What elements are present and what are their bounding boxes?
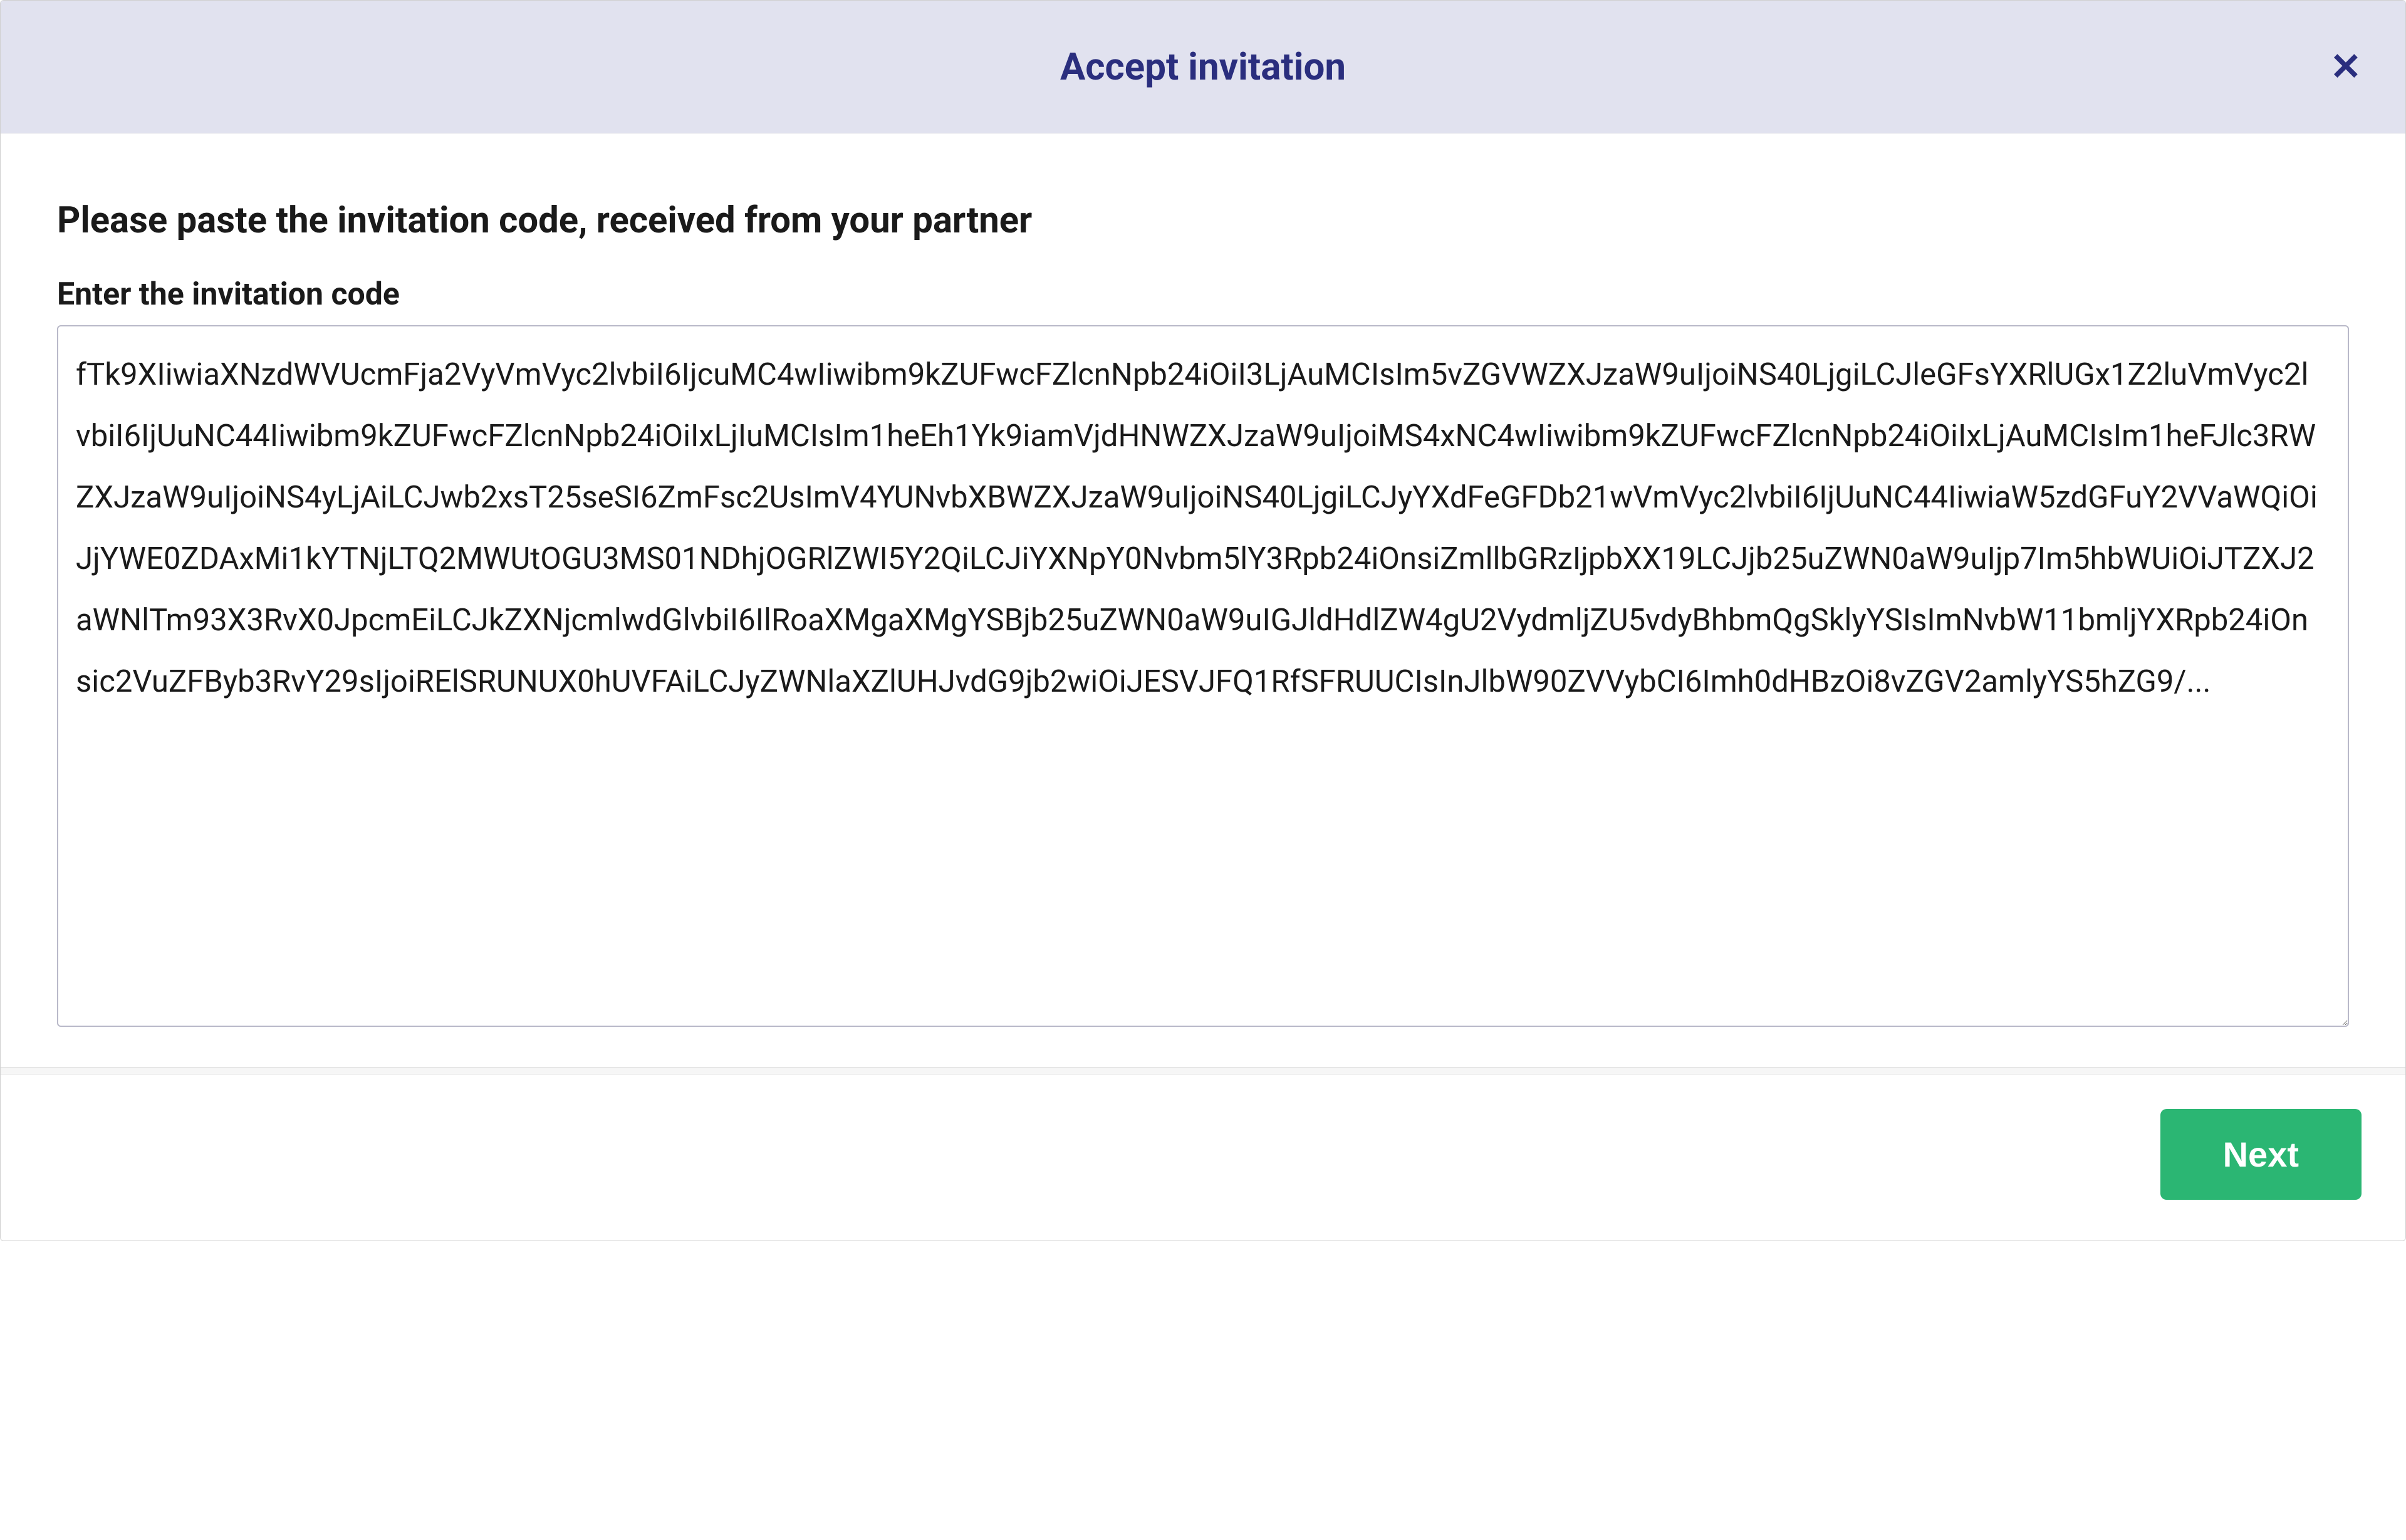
next-button[interactable]: Next: [2160, 1109, 2362, 1200]
close-button[interactable]: ✕: [2330, 48, 2362, 86]
footer-separator: [1, 1067, 2405, 1074]
modal-header: Accept invitation ✕: [1, 1, 2405, 133]
accept-invitation-modal: Accept invitation ✕ Please paste the inv…: [0, 0, 2406, 1241]
invitation-code-label: Enter the invitation code: [57, 276, 2349, 313]
modal-body: Please paste the invitation code, receiv…: [1, 133, 2405, 1067]
modal-footer: Next: [1, 1074, 2405, 1241]
modal-title: Accept invitation: [1060, 44, 1346, 89]
close-icon: ✕: [2330, 46, 2362, 88]
invitation-code-input[interactable]: fTk9XIiwiaXNzdWVUcmFja2VyVmVyc2lvbiI6Ijc…: [57, 325, 2349, 1027]
instruction-text: Please paste the invitation code, receiv…: [57, 199, 2349, 242]
